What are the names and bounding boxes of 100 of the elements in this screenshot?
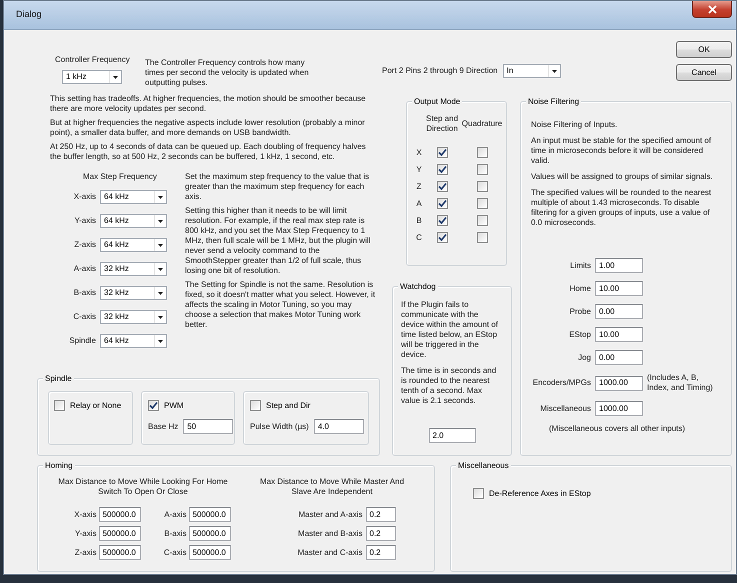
field-label: Master and C-axis	[296, 548, 362, 558]
checkbox[interactable]	[476, 147, 488, 158]
dropdown[interactable]: 64 kHz	[100, 334, 167, 348]
checkbox[interactable]: Relay or None	[54, 400, 122, 411]
input-field[interactable]: 50	[183, 419, 234, 434]
input-field[interactable]: 4.0	[314, 419, 364, 434]
close-icon	[708, 4, 716, 14]
group-title: Watchdog	[398, 281, 438, 292]
field-label: Home	[568, 284, 591, 294]
checkbox[interactable]: De-Reference Axes in EStop	[473, 488, 591, 499]
field-label: Probe	[568, 306, 591, 316]
caret-icon	[154, 215, 166, 227]
group-title: Spindle	[43, 373, 74, 384]
checkbox[interactable]	[436, 181, 448, 192]
checkbox[interactable]	[436, 215, 448, 226]
caret-icon	[154, 191, 166, 203]
axis-label: B	[416, 216, 422, 226]
field-label: Jog	[577, 352, 591, 362]
field-label: Encoders/MPGs	[532, 378, 591, 388]
field-label: Limits	[569, 260, 591, 270]
paragraph: But at higher frequencies the negative aspects include lower resolution (probably a minor point), a smaller data buffer, and more demands on USB bandwidth.	[50, 118, 366, 138]
checkbox[interactable]	[436, 232, 448, 243]
group-title: Output Mode	[412, 96, 462, 107]
checkbox[interactable]	[476, 181, 488, 192]
caret-icon	[154, 335, 166, 347]
dropdown[interactable]: 32 kHz	[100, 310, 167, 324]
field-label: Port 2 Pins 2 through 9 Direction	[382, 66, 498, 76]
input-field[interactable]: 500000.0	[188, 507, 230, 522]
input-field[interactable]: 0.00	[595, 304, 643, 319]
dropdown[interactable]: 64 kHz	[100, 214, 167, 228]
field-label: A-axis	[74, 264, 96, 274]
field-label: Z-axis	[74, 240, 96, 250]
field-label: Z-axis	[74, 548, 96, 558]
input-field[interactable]: 500000.0	[188, 526, 230, 541]
caret-icon	[154, 239, 166, 251]
field-label: C-axis	[73, 312, 96, 322]
note-text: (Includes A, B, Index, and Timing)	[647, 373, 714, 393]
field-label: Y-axis	[74, 216, 96, 226]
axis-label: C	[416, 232, 422, 242]
input-field[interactable]: 500000.0	[188, 545, 230, 560]
field-label: Miscellaneous	[539, 404, 591, 414]
field-label: A-axis	[163, 510, 186, 520]
paragraph: Set the maximum step frequency to the value that is greater than the maximum step frequency for each axis.	[185, 172, 370, 202]
cancel-button[interactable]: Cancel	[676, 64, 732, 81]
axis-label: X	[416, 148, 422, 158]
dropdown[interactable]: 64 kHz	[100, 190, 167, 204]
dropdown[interactable]: 32 kHz	[100, 286, 167, 300]
dropdown[interactable]: 64 kHz	[100, 238, 167, 252]
ok-button[interactable]: OK	[676, 41, 732, 58]
input-field[interactable]: 0.00	[595, 350, 643, 365]
checkbox[interactable]: Step and Dir	[250, 400, 310, 411]
check-icon	[149, 401, 158, 410]
checkbox[interactable]	[436, 164, 448, 175]
note-text: (Miscellaneous covers all other inputs)	[548, 424, 686, 434]
checkbox[interactable]: PWM	[148, 400, 184, 411]
input-field[interactable]: 500000.0	[98, 526, 140, 541]
caret-icon	[548, 65, 560, 77]
input-field[interactable]: 0.2	[366, 507, 396, 522]
paragraph: Setting this higher than it needs to be will limit resolution. For example, if the real max step rate is 800 kHz, and you set the Max Step Frequency to 1 MHz, then full scale will be 1 MHz, but the plugin will never send a velocity command to the SmoothStepper greater than 1/2 of full scale, thus losing one bit of resolution.	[185, 206, 372, 276]
field-label: X-axis	[73, 510, 96, 520]
input-field[interactable]: 10.00	[595, 281, 643, 296]
caret-icon	[109, 71, 121, 83]
checkbox[interactable]	[476, 215, 488, 226]
input-field[interactable]: 0.2	[366, 526, 396, 541]
paragraph: Noise Filtering of Inputs.	[531, 120, 618, 130]
input-field[interactable]: 0.2	[366, 545, 396, 560]
field-label: Controller Frequency	[55, 55, 130, 65]
field-label: Y-axis	[74, 528, 96, 538]
close-button[interactable]	[692, 1, 732, 18]
checkbox[interactable]	[436, 147, 448, 158]
field-label: Base Hz	[148, 422, 178, 432]
dropdown[interactable]: In	[502, 64, 561, 78]
paragraph: At 250 Hz, up to 4 seconds of data can be queued up. Each doubling of frequency halves the buffer length, so at 500 Hz, 2 seconds can be buffered, 1 kHz, 1 second, etc.	[50, 142, 367, 162]
field-label: Pulse Width (µs)	[250, 422, 309, 432]
input-field[interactable]: 10.00	[595, 327, 643, 342]
input-field[interactable]: 500000.0	[98, 507, 140, 522]
dropdown[interactable]: 32 kHz	[100, 262, 167, 276]
checkbox[interactable]	[476, 198, 488, 209]
input-field[interactable]: 2.0	[428, 428, 476, 443]
axis-label: A	[416, 198, 422, 208]
paragraph: If the Plugin fails to communicate with the device within the amount of time listed below, an EStop will be triggered in the device.	[401, 300, 499, 360]
paragraph: The Setting for Spindle is not the same. Resolution is fixed, so it doesn't matter what you select. However, it affects the scaling in Motor Tuning, so you may choose a selection that makes Motor Tuning work better.	[185, 280, 376, 330]
input-field[interactable]: 500000.0	[98, 545, 140, 560]
axis-label: Z	[416, 182, 422, 192]
input-field[interactable]: 1.00	[595, 258, 643, 273]
checkbox[interactable]	[476, 232, 488, 243]
dropdown[interactable]: 1 kHz	[62, 70, 122, 84]
window-title: Dialog	[16, 9, 42, 19]
checkbox[interactable]	[476, 164, 488, 175]
checkbox[interactable]	[436, 198, 448, 209]
caret-icon	[154, 263, 166, 275]
column-header: Quadrature	[460, 119, 504, 129]
input-field[interactable]: 1000.00	[595, 376, 643, 390]
caret-icon	[154, 311, 166, 323]
paragraph: Values will be assigned to groups of similar signals.	[531, 172, 714, 182]
input-field[interactable]: 1000.00	[595, 401, 643, 416]
field-label: Master and B-axis	[297, 528, 362, 538]
field-label: X-axis	[74, 192, 96, 202]
paragraph: The specified values will be rounded to the nearest multiple of about 1.43 microseconds. To disable filtering for a given groups of inputs, use a value of 0.0 microseconds.	[531, 188, 712, 228]
field-label: B-axis	[163, 528, 186, 538]
